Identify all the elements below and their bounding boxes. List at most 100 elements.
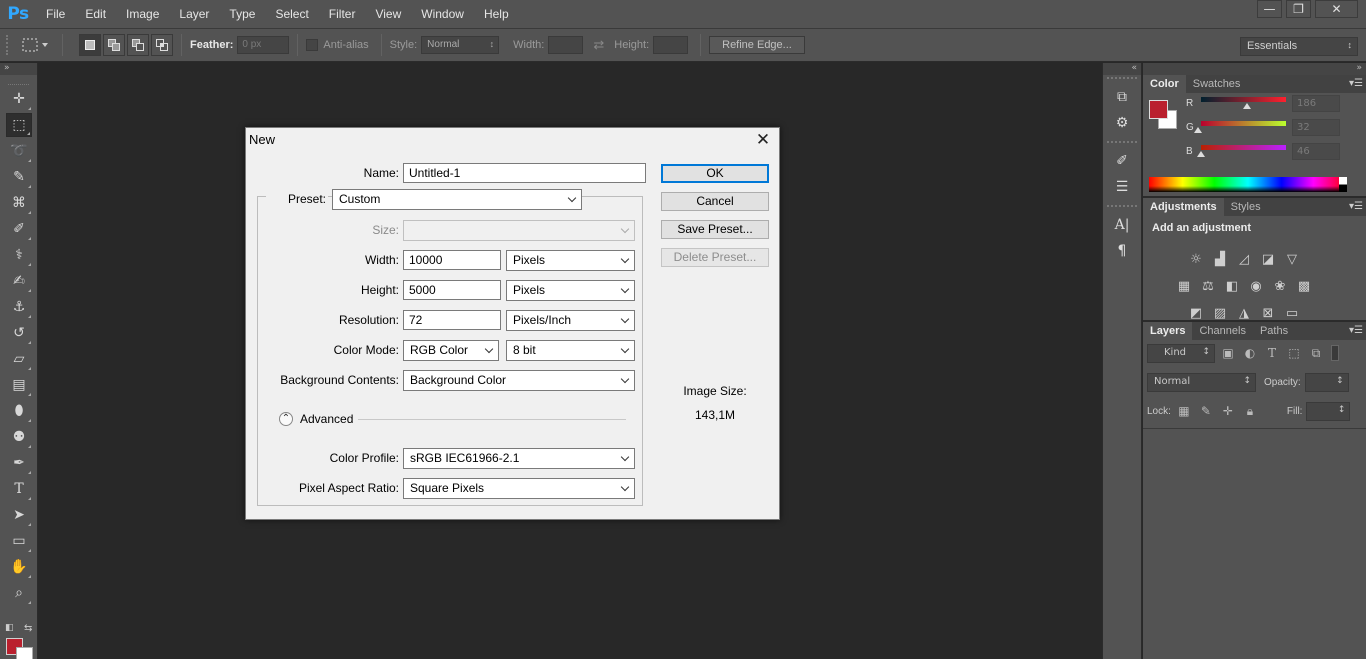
eyedropper-tool-icon[interactable]: ✐: [6, 217, 32, 241]
panels-collapse-icon[interactable]: »: [1143, 63, 1366, 75]
blur-tool-icon[interactable]: ⬮: [6, 399, 32, 423]
brush-tool-icon[interactable]: ✍: [6, 269, 32, 293]
feather-input[interactable]: 0 px: [237, 36, 290, 54]
levels-icon[interactable]: ▟: [1212, 251, 1228, 267]
curves-icon[interactable]: ◿: [1236, 251, 1252, 267]
tab-paths[interactable]: Paths: [1253, 322, 1295, 340]
pixel-aspect-ratio-select[interactable]: Square Pixels: [403, 478, 635, 499]
crop-tool-icon[interactable]: ⌘: [6, 191, 32, 215]
subtract-from-selection-icon[interactable]: [127, 34, 149, 56]
background-color-swatch[interactable]: [16, 647, 33, 659]
quick-selection-tool-icon[interactable]: ✎: [6, 165, 32, 189]
character-icon[interactable]: A|: [1107, 213, 1137, 237]
type-layer-filter-icon[interactable]: T: [1263, 346, 1281, 360]
add-to-selection-icon[interactable]: [103, 34, 125, 56]
menu-layer[interactable]: Layer: [169, 0, 219, 28]
fill-input[interactable]: [1306, 401, 1351, 421]
style-select[interactable]: Normal: [421, 36, 500, 54]
height-field[interactable]: 5000: [403, 280, 501, 300]
color-balance-icon[interactable]: ⚖: [1200, 278, 1216, 294]
black-white-icon[interactable]: ◧: [1224, 278, 1240, 294]
panel-menu-icon[interactable]: ▾☰: [1349, 325, 1363, 336]
smart-object-filter-icon[interactable]: ⧉: [1307, 346, 1325, 361]
refine-edge-button[interactable]: Refine Edge...: [709, 36, 805, 54]
resolution-unit-select[interactable]: Pixels/Inch: [506, 310, 635, 331]
width-input[interactable]: [548, 36, 584, 54]
color-lookup-icon[interactable]: ▩: [1296, 278, 1312, 294]
type-tool-icon[interactable]: T: [6, 477, 32, 501]
posterize-icon[interactable]: ▨: [1212, 305, 1228, 321]
hand-tool-icon[interactable]: ✋: [6, 555, 32, 579]
blue-slider-thumb[interactable]: [1197, 151, 1205, 157]
opacity-input[interactable]: [1304, 372, 1349, 392]
tab-styles[interactable]: Styles: [1224, 198, 1268, 216]
black-white-chip[interactable]: [1339, 177, 1347, 192]
move-tool-icon[interactable]: ✛: [6, 87, 32, 111]
menu-window[interactable]: Window: [411, 0, 474, 28]
selective-color-icon[interactable]: ⊠: [1260, 305, 1276, 321]
resolution-field[interactable]: 72: [403, 310, 501, 330]
name-field[interactable]: Untitled-1: [403, 163, 646, 183]
close-icon[interactable]: ✕: [755, 131, 771, 149]
brush-settings-icon[interactable]: ☰: [1107, 175, 1137, 199]
menu-image[interactable]: Image: [116, 0, 169, 28]
lock-position-icon[interactable]: ✛: [1219, 404, 1237, 418]
dodge-tool-icon[interactable]: ⚉: [6, 425, 32, 449]
tab-adjustments[interactable]: Adjustments: [1143, 198, 1224, 216]
close-window-button[interactable]: ✕: [1315, 0, 1358, 18]
bit-depth-select[interactable]: 8 bit: [506, 340, 635, 361]
eraser-tool-icon[interactable]: ▱: [6, 347, 32, 371]
workspace-select[interactable]: Essentials: [1240, 37, 1358, 56]
photo-filter-icon[interactable]: ◉: [1248, 278, 1264, 294]
healing-brush-tool-icon[interactable]: ⚕: [6, 243, 32, 267]
clone-stamp-tool-icon[interactable]: ⚓: [6, 295, 32, 319]
height-input[interactable]: [653, 36, 689, 54]
menu-view[interactable]: View: [365, 0, 411, 28]
save-preset-button[interactable]: Save Preset...: [661, 220, 769, 239]
properties-icon[interactable]: ⚙: [1107, 111, 1137, 135]
restore-button[interactable]: ❐: [1286, 0, 1311, 18]
lock-image-icon[interactable]: ✎: [1197, 404, 1215, 418]
exposure-icon[interactable]: ◪: [1260, 251, 1276, 267]
default-colors-icon[interactable]: ◧: [5, 623, 14, 633]
tab-swatches[interactable]: Swatches: [1186, 75, 1248, 93]
gradient-map-triangle-icon[interactable]: ▽: [1284, 251, 1300, 267]
tool-preset-picker[interactable]: [16, 33, 54, 57]
color-mode-select[interactable]: RGB Color: [403, 340, 499, 361]
minimize-button[interactable]: —: [1257, 0, 1282, 18]
options-bar-grip[interactable]: [6, 35, 16, 55]
pen-tool-icon[interactable]: ✒: [6, 451, 32, 475]
swap-dimensions-icon[interactable]: ⇄: [593, 37, 604, 53]
layer-filter-kind-select[interactable]: Kind: [1147, 343, 1215, 363]
new-selection-icon[interactable]: [79, 34, 101, 56]
tab-channels[interactable]: Channels: [1192, 322, 1252, 340]
blend-mode-select[interactable]: Normal: [1147, 372, 1256, 392]
width-field[interactable]: 10000: [403, 250, 501, 270]
swap-colors-icon[interactable]: ⇆: [24, 623, 32, 634]
filter-toggle-icon[interactable]: [1331, 345, 1339, 361]
blue-value[interactable]: 46: [1292, 143, 1340, 160]
blue-slider[interactable]: [1201, 145, 1286, 150]
pixel-layer-filter-icon[interactable]: ▣: [1219, 346, 1237, 360]
menu-filter[interactable]: Filter: [319, 0, 366, 28]
adjustment-layer-filter-icon[interactable]: ◐: [1241, 346, 1259, 360]
red-slider[interactable]: [1201, 97, 1286, 102]
foreground-color-chip[interactable]: [1149, 100, 1168, 119]
panel-menu-icon[interactable]: ▾☰: [1349, 78, 1363, 89]
rectangle-tool-icon[interactable]: ▭: [6, 529, 32, 553]
lasso-tool-icon[interactable]: ➰: [6, 139, 32, 163]
ok-button[interactable]: OK: [661, 164, 769, 183]
shape-layer-filter-icon[interactable]: ⬚: [1285, 346, 1303, 360]
threshold-icon[interactable]: ◮: [1236, 305, 1252, 321]
green-value[interactable]: 32: [1292, 119, 1340, 136]
history-brush-tool-icon[interactable]: ↺: [6, 321, 32, 345]
color-profile-select[interactable]: sRGB IEC61966-2.1: [403, 448, 635, 469]
height-unit-select[interactable]: Pixels: [506, 280, 635, 301]
green-slider[interactable]: [1201, 121, 1286, 126]
rectangular-marquee-tool-icon[interactable]: ⬚: [6, 113, 32, 137]
toolbox-collapse-icon[interactable]: »: [0, 63, 37, 75]
path-selection-tool-icon[interactable]: ➤: [6, 503, 32, 527]
tab-color[interactable]: Color: [1143, 75, 1186, 93]
invert-icon[interactable]: ◩: [1188, 305, 1204, 321]
intersect-selection-icon[interactable]: [151, 34, 173, 56]
